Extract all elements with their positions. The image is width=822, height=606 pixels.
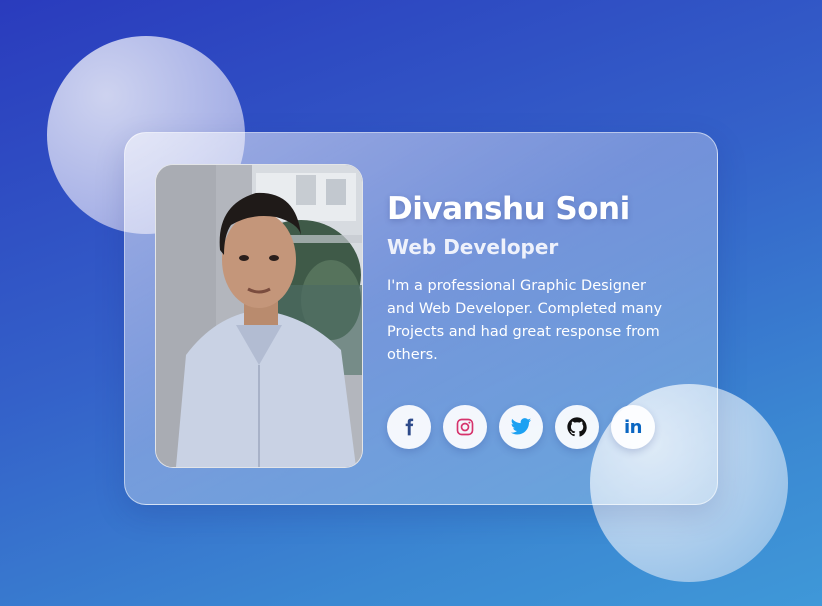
profile-info: Divanshu Soni Web Developer I'm a profes… <box>387 189 687 367</box>
instagram-icon <box>456 418 474 436</box>
profile-name: Divanshu Soni <box>387 191 630 227</box>
twitter-button[interactable] <box>499 405 543 449</box>
github-button[interactable] <box>555 405 599 449</box>
github-icon <box>567 417 587 437</box>
social-links: in <box>387 405 655 449</box>
linkedin-button[interactable]: in <box>611 405 655 449</box>
facebook-icon <box>405 418 414 436</box>
instagram-button[interactable] <box>443 405 487 449</box>
profile-card: Divanshu Soni Web Developer I'm a profes… <box>124 132 718 505</box>
twitter-icon <box>510 418 532 435</box>
facebook-button[interactable] <box>387 405 431 449</box>
profile-photo <box>155 164 363 468</box>
profile-role: Web Developer <box>387 235 559 259</box>
linkedin-icon: in <box>624 416 642 438</box>
profile-bio: I'm a professional Graphic Designer and … <box>387 278 663 363</box>
